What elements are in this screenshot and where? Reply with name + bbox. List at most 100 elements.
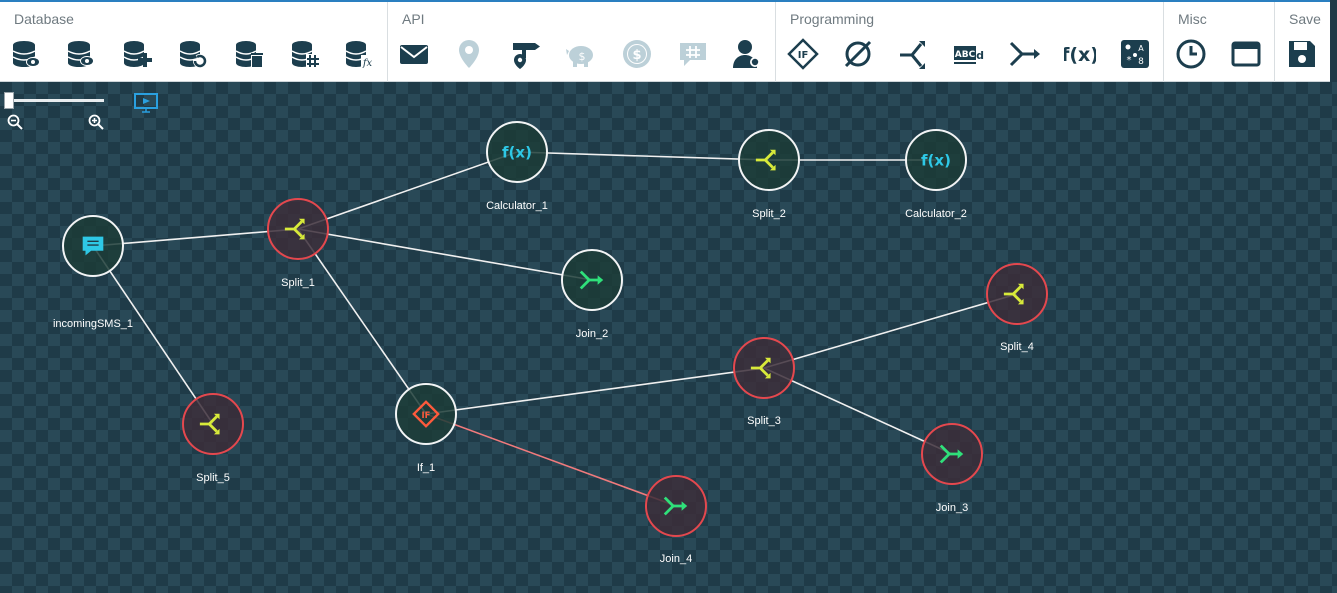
tool-database-hash[interactable]	[288, 37, 322, 71]
node-label-Calculator_2: Calculator_2	[905, 208, 967, 220]
node-label-Split_3: Split_3	[747, 415, 781, 427]
edge-If_1-Split_3[interactable]	[425, 367, 765, 415]
group-programming: Programming IF ABCd f(x) A * 8	[776, 2, 1164, 82]
svg-text:IF: IF	[798, 50, 809, 61]
svg-text:f(x): f(x)	[502, 144, 532, 162]
node-Calculator_2[interactable]: f(x)	[905, 129, 967, 191]
edge-Split_1-Calculator_1[interactable]	[297, 151, 518, 230]
tool-piggy-bank[interactable]: $	[564, 37, 598, 71]
group-database: Database fx	[0, 2, 388, 82]
svg-text:A: A	[1138, 44, 1144, 53]
svg-text:d: d	[976, 49, 984, 62]
split-icon	[284, 218, 305, 240]
edge-Split_1-If_1[interactable]	[297, 228, 427, 415]
hashtag-chat-icon	[680, 43, 706, 66]
node-Join_3[interactable]	[921, 423, 983, 485]
group-label-save: Save	[1289, 11, 1321, 27]
database-function-icon: fx	[345, 41, 374, 69]
edge-Split_1-Join_2[interactable]	[297, 228, 593, 281]
join-icon	[939, 444, 964, 464]
group-label-database: Database	[14, 11, 74, 27]
if-diamond-icon: IF	[787, 38, 819, 70]
node-If_1[interactable]: IF	[395, 383, 457, 445]
node-label-Split_2: Split_2	[752, 208, 786, 220]
group-api: API $ $	[388, 2, 776, 82]
dollar-coin-icon: $	[623, 40, 651, 68]
node-incomingSMS_1[interactable]	[62, 215, 124, 277]
node-Split_1[interactable]	[267, 198, 329, 260]
node-label-Split_1: Split_1	[281, 277, 315, 289]
node-Join_4[interactable]	[645, 475, 707, 537]
tool-location[interactable]	[452, 37, 486, 71]
split-icon	[199, 413, 220, 435]
tool-join[interactable]	[1008, 37, 1042, 71]
group-label-programming: Programming	[790, 11, 875, 27]
tool-database-refresh[interactable]	[176, 37, 210, 71]
tool-hashtag-chat[interactable]	[676, 37, 710, 71]
tool-save[interactable]	[1285, 37, 1319, 71]
window-icon	[1231, 41, 1261, 67]
tool-database-function[interactable]: fx	[342, 37, 376, 71]
function-fx-icon: f(x)	[921, 152, 951, 170]
text-abcd-icon: ABC d	[954, 46, 984, 64]
save-disk-icon	[1289, 41, 1315, 67]
edge-Split_3-Split_4[interactable]	[763, 293, 1018, 369]
join-icon	[663, 496, 688, 516]
tool-dollar-coin[interactable]: $	[620, 37, 654, 71]
database-delete-icon	[235, 41, 263, 68]
svg-text:8: 8	[1138, 57, 1144, 67]
svg-text:IF: IF	[422, 410, 431, 420]
tool-database-view[interactable]	[9, 37, 43, 71]
zoom-slider-handle[interactable]	[4, 92, 14, 109]
svg-text:*: *	[1127, 55, 1132, 66]
database-refresh-icon	[179, 41, 207, 68]
if-diamond-icon: IF	[412, 400, 440, 428]
split-icon	[1003, 283, 1024, 305]
node-label-Join_2: Join_2	[575, 328, 609, 340]
join-icon	[579, 270, 604, 290]
zoom-in-icon[interactable]	[88, 114, 104, 130]
zoom-out-icon[interactable]	[7, 114, 23, 130]
database-view-icon	[12, 41, 40, 67]
node-Split_2[interactable]	[738, 129, 800, 191]
node-Split_3[interactable]	[733, 337, 795, 399]
user-settings-icon	[733, 40, 760, 68]
node-Join_2[interactable]	[561, 249, 623, 311]
node-label-If_1: If_1	[416, 462, 436, 474]
database-view-alt-icon	[67, 41, 94, 67]
split-icon	[755, 149, 776, 171]
node-label-Split_5: Split_5	[196, 472, 230, 484]
flow-canvas[interactable]: incomingSMS_1 Split_1 f(x) Calculator_1 Spli…	[0, 82, 1337, 593]
tool-user-settings[interactable]	[730, 37, 764, 71]
zoom-slider-track[interactable]	[10, 99, 104, 102]
tool-database-delete[interactable]	[232, 37, 266, 71]
tool-window[interactable]	[1229, 37, 1263, 71]
tool-database-add[interactable]	[120, 37, 154, 71]
node-Split_5[interactable]	[182, 393, 244, 455]
tool-split[interactable]	[897, 37, 931, 71]
tool-random[interactable]: A * 8	[1118, 37, 1152, 71]
location-pin-icon	[459, 40, 479, 68]
tool-database-view-alt[interactable]	[64, 37, 98, 71]
tool-function[interactable]: f(x)	[1063, 37, 1097, 71]
join-icon	[1009, 41, 1040, 67]
node-Calculator_1[interactable]: f(x)	[486, 121, 548, 183]
empty-set-icon	[844, 40, 872, 68]
node-Split_4[interactable]	[986, 263, 1048, 325]
svg-text:f(x): f(x)	[1064, 44, 1096, 66]
node-label-Calculator_1: Calculator_1	[486, 200, 548, 212]
tool-if[interactable]: IF	[786, 37, 820, 71]
tool-clock[interactable]	[1174, 37, 1208, 71]
tool-text[interactable]: ABC d	[952, 37, 986, 71]
edge-Calculator_1-Split_2[interactable]	[516, 151, 770, 161]
presentation-icon[interactable]	[134, 93, 158, 113]
tool-mail[interactable]	[397, 37, 431, 71]
mail-icon	[400, 45, 428, 64]
edge-If_1-Join_4[interactable]	[425, 413, 677, 507]
group-label-api: API	[402, 11, 425, 27]
tool-empty-set[interactable]	[841, 37, 875, 71]
split-icon	[900, 41, 925, 69]
tool-signpost[interactable]	[508, 37, 542, 71]
svg-text:$: $	[632, 48, 641, 63]
piggy-bank-icon: $	[566, 46, 593, 67]
